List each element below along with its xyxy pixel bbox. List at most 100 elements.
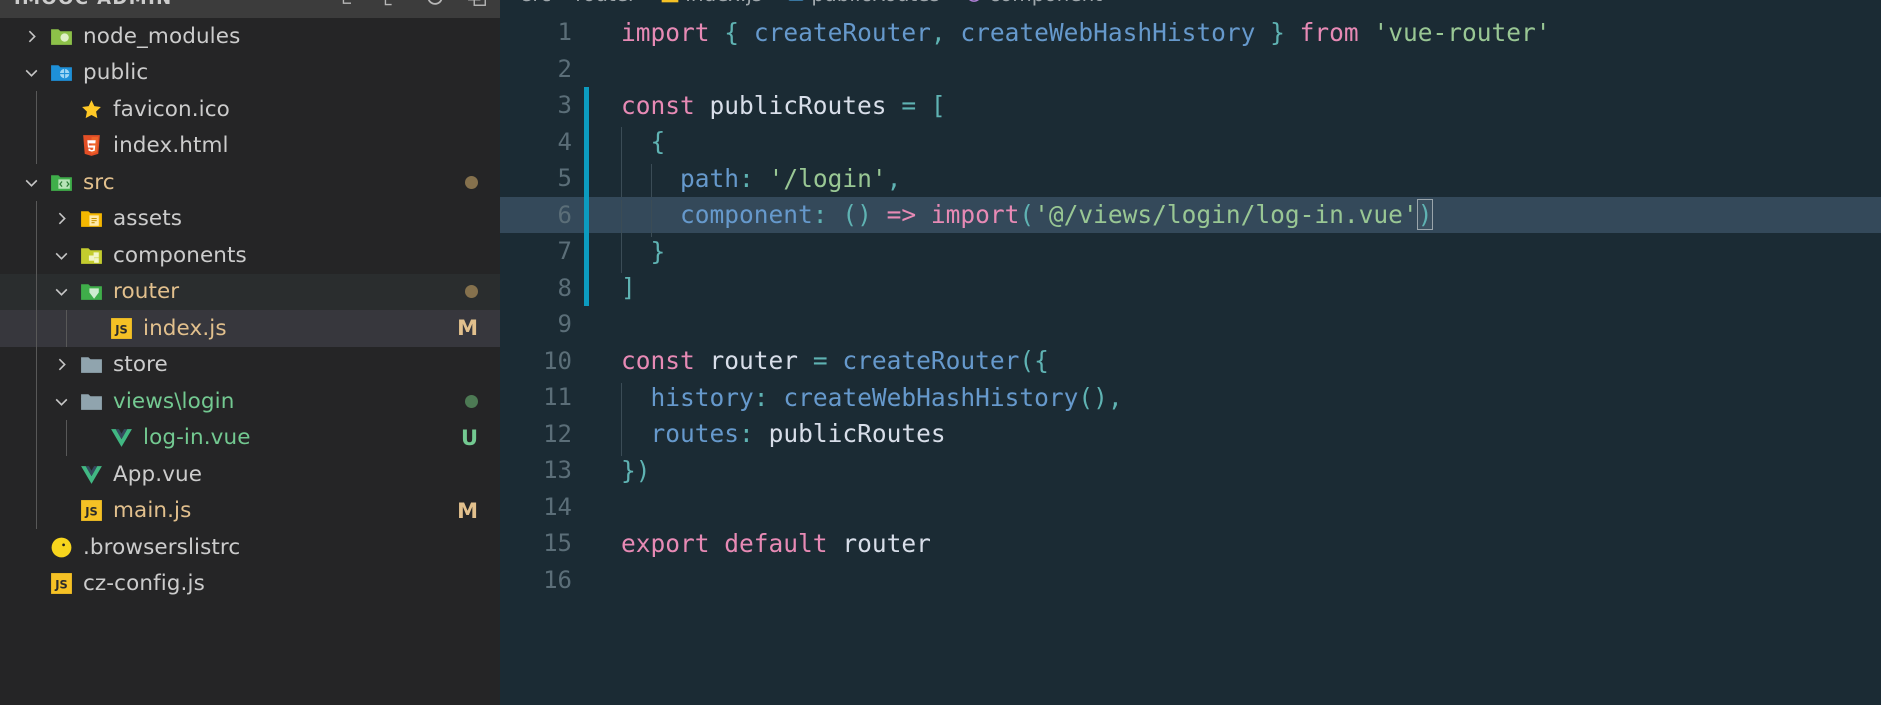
folder-router-icon [76, 279, 107, 304]
code-indent-guide [621, 236, 622, 274]
indent-guide [36, 346, 37, 383]
git-change-indicator [584, 489, 589, 526]
indent-guide [36, 456, 37, 493]
tree-folder-router[interactable]: router [0, 273, 500, 310]
folder-src-icon [46, 170, 77, 195]
tree-file-cz-config-js[interactable]: JS cz-config.js [0, 566, 500, 603]
code-line[interactable]: 8] [500, 269, 1881, 306]
code-tokens: ] [621, 273, 636, 303]
code-tokens: }) [621, 455, 651, 485]
code-line[interactable]: 6 component: () => import('@/views/login… [500, 196, 1881, 237]
code-line[interactable]: 9 [500, 306, 1881, 343]
tree-file-App-vue[interactable]: App.vue [0, 456, 500, 493]
breadcrumb-label: index.js [685, 0, 762, 6]
tree-file-index-js[interactable]: JS index.js M [0, 310, 500, 347]
code-line[interactable]: 10 const router = createRouter({ [500, 343, 1881, 380]
code-line[interactable]: 3 const publicRoutes = [ [500, 87, 1881, 124]
breadcrumb-label: src [522, 0, 551, 6]
code-line[interactable]: 15 export default router [500, 525, 1881, 562]
new-folder-icon[interactable] [382, 0, 404, 8]
folder-icon [76, 352, 107, 377]
git-change-indicator [584, 51, 589, 88]
tree-folder-assets[interactable]: assets [0, 200, 500, 237]
javascript-icon: JS [46, 571, 77, 596]
chevron-down-icon[interactable] [16, 64, 46, 81]
tree-folder-store[interactable]: store [0, 346, 500, 383]
breadcrumb-item[interactable]: src [522, 0, 551, 6]
code-line[interactable]: 5 path: '/login', [500, 160, 1881, 201]
line-number: 13 [543, 456, 572, 485]
breadcrumb-separator: › [948, 0, 956, 6]
code-line[interactable]: 7 } [500, 233, 1881, 274]
code-line[interactable]: 11 history: createWebHashHistory(), [500, 379, 1881, 420]
tree-folder-views-login[interactable]: views\login [0, 383, 500, 420]
line-number: 3 [557, 91, 572, 120]
indent-guide [66, 419, 67, 456]
tree-item-label: cz-config.js [83, 571, 205, 597]
git-status-badge: M [457, 498, 478, 523]
javascript-icon: JS [660, 0, 680, 4]
code-line[interactable]: 14 [500, 489, 1881, 526]
line-number: 6 [557, 200, 572, 229]
svg-text:JS: JS [54, 578, 68, 592]
chevron-down-icon[interactable] [46, 393, 76, 410]
code-area[interactable]: 1 import { createRouter, createWebHashHis… [500, 14, 1881, 598]
tree-folder-node_modules[interactable]: node_modules [0, 18, 500, 55]
breadcrumb-item[interactable]: [] publicRoutes [786, 0, 940, 6]
line-number: 14 [543, 492, 572, 521]
code-line[interactable]: 2 [500, 51, 1881, 88]
chevron-down-icon[interactable] [16, 174, 46, 191]
explorer-actions [340, 0, 488, 8]
chevron-right-icon[interactable] [16, 28, 46, 45]
breadcrumb-item[interactable]: component [964, 0, 1102, 6]
git-status-dot [465, 175, 478, 189]
breadcrumb-item[interactable]: router [575, 0, 636, 6]
tree-item-label: log-in.vue [143, 425, 251, 451]
tree-folder-public[interactable]: public [0, 55, 500, 92]
chevron-right-icon[interactable] [46, 356, 76, 373]
html5-icon [76, 133, 107, 158]
code-text: routes: publicRoutes [589, 419, 946, 456]
tree-folder-src[interactable]: src [0, 164, 500, 201]
line-number: 11 [543, 383, 572, 412]
code-line[interactable]: 13}) [500, 452, 1881, 489]
breadcrumb-label: component [989, 0, 1102, 6]
tree-file--browserslistrc[interactable]: .browserslistrc [0, 529, 500, 566]
tree-item-label: node_modules [83, 23, 241, 49]
tree-folder-components[interactable]: components [0, 237, 500, 274]
tree-item-label: index.html [113, 133, 229, 159]
line-number: 12 [543, 419, 572, 448]
indent-guide [36, 237, 37, 274]
git-status-dot [465, 285, 478, 299]
code-line[interactable]: 12 routes: publicRoutes [500, 416, 1881, 456]
code-line[interactable]: 4 { [500, 123, 1881, 164]
line-number: 7 [557, 237, 572, 266]
tree-file-favicon-ico[interactable]: favicon.ico [0, 91, 500, 128]
tree-item-label: App.vue [113, 461, 203, 487]
refresh-icon[interactable] [424, 0, 446, 8]
svg-text:JS: JS [114, 322, 128, 336]
code-line[interactable]: 1 import { createRouter, createWebHashHis… [500, 14, 1881, 51]
tree-item-label: index.js [143, 315, 227, 341]
tree-file-log-in-vue[interactable]: log-in.vue U [0, 419, 500, 456]
new-file-icon[interactable] [340, 0, 362, 8]
breadcrumb-label: publicRoutes [811, 0, 940, 6]
tree-item-label: main.js [113, 498, 192, 524]
code-text: }) [589, 456, 651, 485]
code-line[interactable]: 16 [500, 562, 1881, 599]
vscode-window: IMOOC ADMIN node_modulespublic favicon.ic… [0, 0, 1881, 705]
chevron-right-icon[interactable] [46, 210, 76, 227]
indent-guide [36, 310, 37, 347]
favicon-star-icon [76, 97, 107, 122]
collapse-all-icon[interactable] [466, 0, 488, 8]
explorer-header: IMOOC ADMIN [0, 0, 500, 18]
code-text: { [589, 127, 665, 164]
chevron-down-icon[interactable] [46, 247, 76, 264]
code-text: } [589, 236, 665, 274]
chevron-down-icon[interactable] [46, 283, 76, 300]
tree-item-label: public [83, 60, 149, 86]
breadcrumb-item[interactable]: JS index.js [660, 0, 762, 6]
tree-file-main-js[interactable]: JS main.js M [0, 492, 500, 529]
array-symbol-icon: [] [786, 0, 806, 4]
tree-file-index-html[interactable]: index.html [0, 127, 500, 164]
